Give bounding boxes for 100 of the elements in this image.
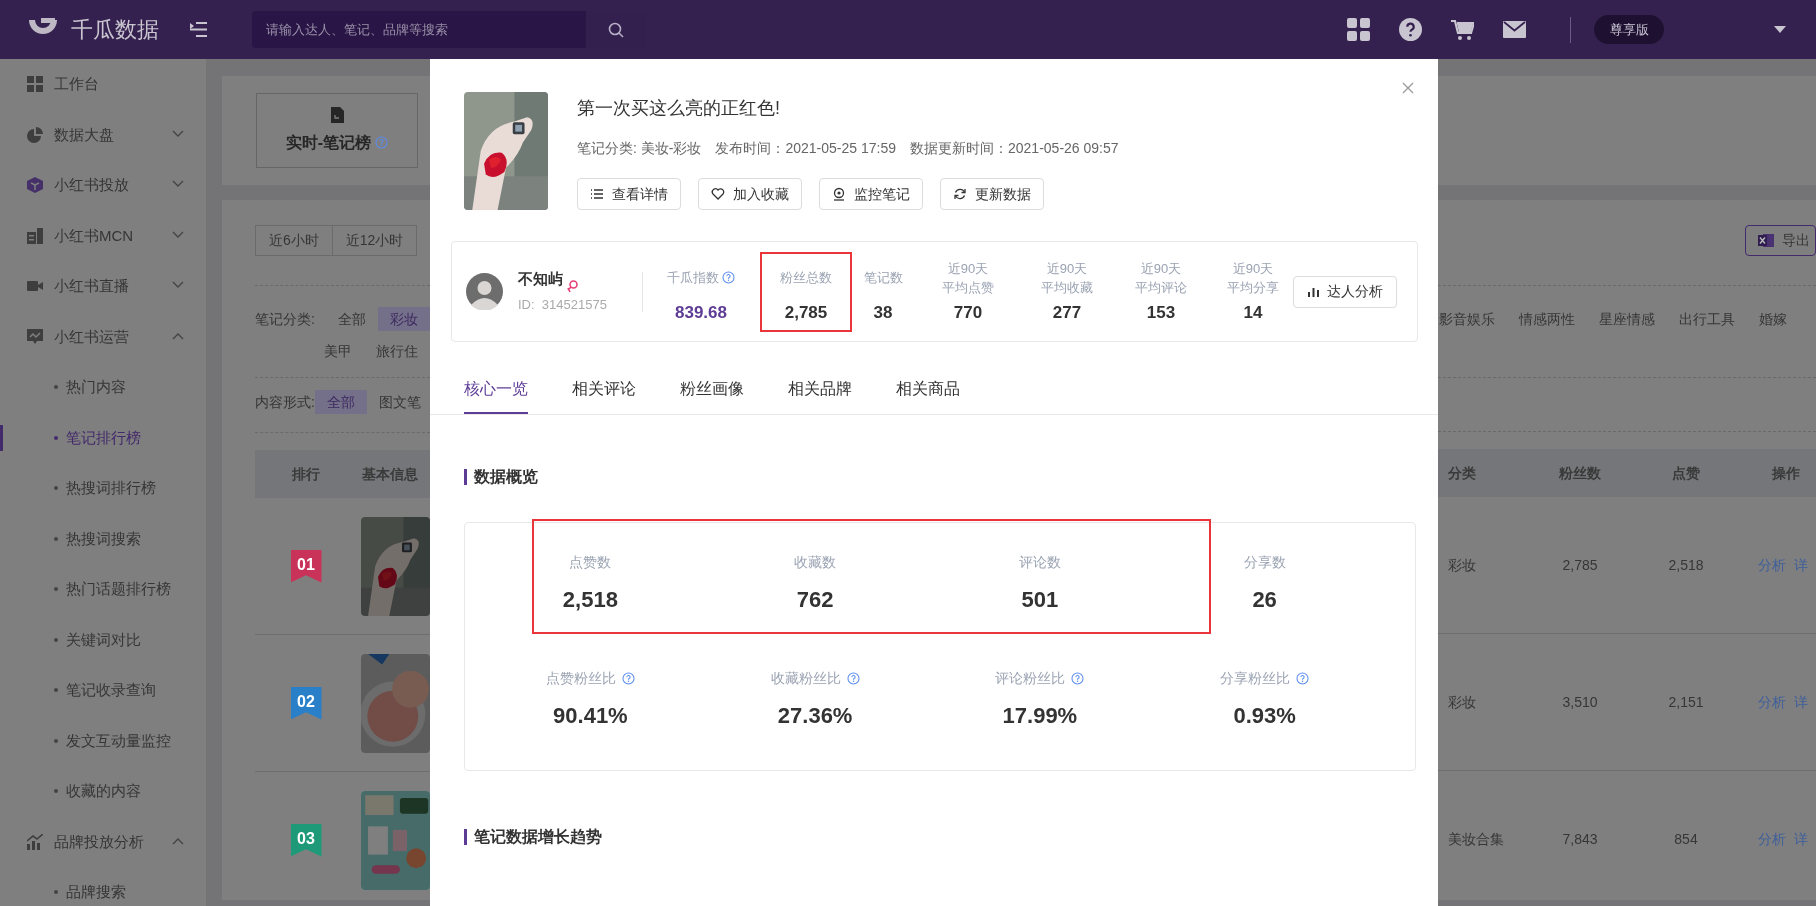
action-link[interactable]: 详 bbox=[1794, 828, 1808, 850]
action-button[interactable]: 加入收藏 bbox=[698, 178, 802, 210]
sidebar-item[interactable]: 小红书直播 bbox=[0, 261, 206, 312]
time-filter-button[interactable]: 近6小时 bbox=[255, 225, 333, 256]
sidebar-item[interactable]: 热门话题排行榜 bbox=[0, 564, 206, 615]
sidebar-item[interactable]: 笔记收录查询 bbox=[0, 665, 206, 716]
action-button[interactable]: 监控笔记 bbox=[819, 178, 923, 210]
tab[interactable]: 相关商品 bbox=[896, 372, 960, 414]
action-link[interactable]: 分析 bbox=[1758, 554, 1786, 576]
filter-option[interactable]: 婚嫁 bbox=[1747, 307, 1799, 331]
column-header: 粉丝数 bbox=[1558, 463, 1602, 483]
brand-name: 千瓜数据 bbox=[71, 16, 159, 44]
chevron-up-icon bbox=[172, 836, 184, 845]
list-icon bbox=[590, 187, 604, 201]
sidebar-item[interactable]: 关键词对比 bbox=[0, 614, 206, 665]
export-button[interactable]: 导出 bbox=[1745, 225, 1816, 256]
spreadsheet-icon bbox=[1758, 233, 1774, 248]
filter-option[interactable]: 全部 bbox=[326, 307, 378, 331]
tab[interactable]: 相关品牌 bbox=[788, 372, 852, 414]
stat-label: 粉丝总数 bbox=[780, 269, 832, 287]
sidebar-item[interactable]: 笔记排行榜 bbox=[0, 412, 206, 463]
table-cell-text: 2,785 bbox=[1561, 555, 1599, 575]
sidebar-item[interactable]: 小红书MCN bbox=[0, 210, 206, 261]
metric-label: 点赞粉丝比 bbox=[545, 669, 616, 688]
chevron-down-icon bbox=[172, 281, 184, 289]
sidebar-item[interactable]: 发文互动量监控 bbox=[0, 715, 206, 766]
filter-label: 内容形式: bbox=[255, 392, 315, 412]
help-icon[interactable] bbox=[1399, 18, 1422, 41]
column-header: 排行 bbox=[291, 464, 321, 484]
sidebar-item[interactable]: 热搜词搜索 bbox=[0, 513, 206, 564]
action-link[interactable]: 分析 bbox=[1758, 691, 1786, 713]
grid-icon[interactable] bbox=[1347, 18, 1370, 41]
table-cell-text: 854 bbox=[1673, 829, 1699, 849]
mail-icon[interactable] bbox=[1503, 21, 1526, 38]
sidebar-item[interactable]: 工作台 bbox=[0, 59, 206, 110]
time-filter-button[interactable]: 近12小时 bbox=[332, 225, 418, 256]
filter-option[interactable]: 出行工具 bbox=[1667, 307, 1747, 331]
help-icon bbox=[1296, 671, 1310, 685]
table-cell-text: 3,510 bbox=[1561, 692, 1599, 712]
section-title: 笔记数据增长趋势 bbox=[474, 827, 602, 847]
document-icon bbox=[330, 106, 344, 123]
creator-analysis-button[interactable]: 达人分析 bbox=[1293, 275, 1397, 308]
action-button[interactable]: 更新数据 bbox=[940, 178, 1044, 210]
filter-option[interactable]: 情感两性 bbox=[1507, 307, 1587, 331]
action-link[interactable]: 详 bbox=[1794, 554, 1808, 576]
meta-text: 数据更新时间：2021-05-26 09:57 bbox=[910, 139, 1119, 158]
filter-option[interactable]: 全部 bbox=[314, 390, 367, 414]
action-link[interactable]: 分析 bbox=[1758, 828, 1786, 850]
action-link[interactable]: 详 bbox=[1794, 691, 1808, 713]
menu-icon[interactable] bbox=[190, 22, 207, 37]
tab[interactable]: 粉丝画像 bbox=[680, 372, 744, 414]
rank-badge: 03 bbox=[290, 823, 322, 857]
sidebar-item[interactable]: 收藏的内容 bbox=[0, 766, 206, 817]
metric-value: 762 bbox=[796, 586, 834, 614]
note-title: 第一次买这么亮的正红色! bbox=[577, 97, 781, 120]
filter-option[interactable]: 彩妆 bbox=[378, 307, 430, 331]
search-field[interactable]: 请输入达人、笔记、品牌等搜索 bbox=[252, 11, 586, 48]
close-icon[interactable] bbox=[1402, 82, 1414, 94]
action-button[interactable]: 查看详情 bbox=[577, 178, 681, 210]
help-icon bbox=[375, 136, 389, 149]
table-cell-text: 彩妆 bbox=[1447, 692, 1477, 712]
cart-icon[interactable] bbox=[1451, 18, 1474, 41]
metric-label: 评论粉丝比 bbox=[995, 669, 1066, 688]
help-icon bbox=[846, 671, 860, 685]
meta-text: 笔记分类: 美妆-彩妆 bbox=[577, 139, 702, 158]
filter-option[interactable]: 影音娱乐 bbox=[1439, 307, 1507, 331]
tab[interactable]: 相关评论 bbox=[572, 372, 636, 414]
sidebar-item[interactable]: 热搜词排行榜 bbox=[0, 463, 206, 514]
author-name: 不知屿 bbox=[518, 268, 563, 289]
metric-label: 点赞数 bbox=[569, 553, 612, 572]
caret-down-icon[interactable] bbox=[1774, 26, 1786, 33]
tab[interactable]: 核心一览 bbox=[464, 372, 528, 414]
sidebar-item[interactable]: 数据大盘 bbox=[0, 109, 206, 160]
stat-label: 平均收藏 bbox=[1041, 278, 1093, 297]
metric-value: 501 bbox=[1021, 586, 1059, 614]
stat-label: 近90天 bbox=[947, 259, 989, 278]
filter-option[interactable]: 旅行住 bbox=[364, 339, 430, 363]
table-cell-text: 美妆合集 bbox=[1447, 829, 1505, 849]
stat-value: 14 bbox=[1243, 301, 1263, 324]
sidebar-item[interactable]: 小红书运营 bbox=[0, 311, 206, 362]
help-icon bbox=[722, 271, 735, 284]
filter-option[interactable]: 美甲 bbox=[312, 339, 364, 363]
pie-chart-icon bbox=[27, 126, 43, 143]
table-cell-text: 2,518 bbox=[1667, 555, 1705, 575]
sidebar-item[interactable]: 品牌投放分析 bbox=[0, 816, 206, 867]
metric-label: 收藏数 bbox=[794, 553, 837, 572]
filter-option[interactable]: 星座情感 bbox=[1587, 307, 1667, 331]
column-header: 操作 bbox=[1771, 463, 1800, 483]
help-icon bbox=[1071, 671, 1085, 685]
sidebar-item[interactable]: 小红书投放 bbox=[0, 160, 206, 211]
ranking-tab[interactable]: 实时-笔记榜 bbox=[256, 93, 418, 168]
metric-label: 收藏粉丝比 bbox=[770, 669, 841, 688]
chevron-up-icon bbox=[172, 331, 184, 340]
stat-label: 近90天 bbox=[1232, 259, 1274, 278]
chevron-down-icon bbox=[172, 129, 184, 138]
filter-option[interactable]: 图文笔 bbox=[366, 390, 430, 414]
sidebar-item[interactable]: 热门内容 bbox=[0, 362, 206, 413]
help-icon bbox=[621, 671, 635, 685]
sidebar-item[interactable]: 品牌搜索 bbox=[0, 867, 206, 906]
stat-value: 839.68 bbox=[675, 301, 727, 324]
